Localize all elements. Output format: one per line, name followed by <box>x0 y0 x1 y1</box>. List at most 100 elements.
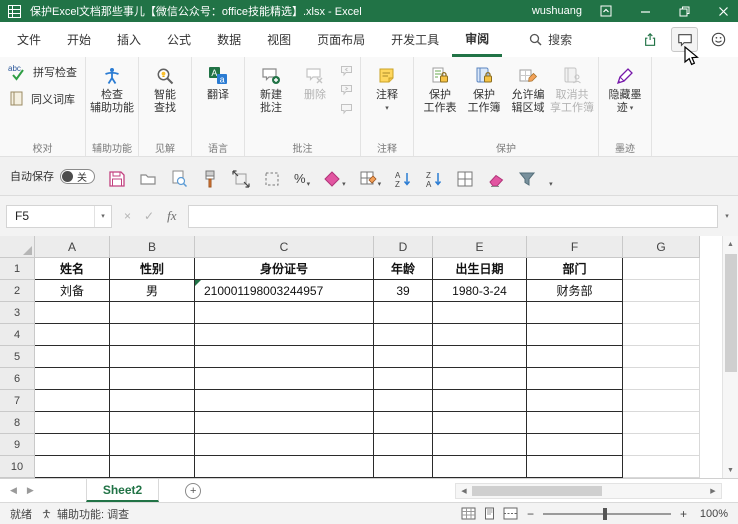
cell-F4[interactable] <box>527 324 623 346</box>
row-header-3[interactable]: 3 <box>0 302 35 324</box>
ribbon-display-options-icon[interactable] <box>591 0 621 22</box>
print-preview-icon[interactable] <box>170 164 188 188</box>
row-header-7[interactable]: 7 <box>0 390 35 412</box>
formula-bar-expand-icon[interactable]: ▾ <box>718 212 736 220</box>
cell-G5[interactable] <box>623 346 700 368</box>
tab-home[interactable]: 开始 <box>54 22 104 57</box>
vertical-scroll-thumb[interactable] <box>725 254 737 372</box>
zoom-slider-thumb[interactable] <box>603 508 607 520</box>
cell-G6[interactable] <box>623 368 700 390</box>
name-box[interactable]: F5 ▾ <box>6 205 112 228</box>
tab-review[interactable]: 审阅 <box>452 22 502 57</box>
cell-A1[interactable]: 姓名 <box>35 258 110 280</box>
cell-D1[interactable]: 年龄 <box>374 258 433 280</box>
cell-C6[interactable] <box>195 368 374 390</box>
scroll-left-icon[interactable]: ◀ <box>456 484 472 498</box>
cell-B5[interactable] <box>110 346 195 368</box>
confirm-entry-icon[interactable]: ✓ <box>144 209 154 223</box>
all-borders-icon[interactable] <box>456 164 474 188</box>
cell-B3[interactable] <box>110 302 195 324</box>
formula-input[interactable] <box>188 205 718 228</box>
cell-C2[interactable]: 210001198003244957 <box>195 280 374 302</box>
cell-B7[interactable] <box>110 390 195 412</box>
cell-A7[interactable] <box>35 390 110 412</box>
cell-E8[interactable] <box>433 412 527 434</box>
zoom-in-button[interactable]: + <box>680 507 687 521</box>
cell-E4[interactable] <box>433 324 527 346</box>
page-break-view-icon[interactable] <box>503 507 518 520</box>
cell-D8[interactable] <box>374 412 433 434</box>
cell-B6[interactable] <box>110 368 195 390</box>
cell-E5[interactable] <box>433 346 527 368</box>
cell-B9[interactable] <box>110 434 195 456</box>
cell-C10[interactable] <box>195 456 374 478</box>
clear-formats-icon[interactable]: ▾ <box>323 164 346 188</box>
thesaurus-button[interactable]: 同义词库 <box>4 88 81 110</box>
tab-file[interactable]: 文件 <box>4 22 54 57</box>
row-header-4[interactable]: 4 <box>0 324 35 346</box>
search-box[interactable]: 搜索 <box>516 22 585 57</box>
horizontal-scrollbar[interactable]: ◀ ▶ <box>455 483 722 499</box>
unshare-workbook-button[interactable]: 取消共 享工作簿 <box>550 60 594 115</box>
cell-G8[interactable] <box>623 412 700 434</box>
name-box-dropdown-icon[interactable]: ▾ <box>94 206 111 227</box>
tab-page-layout[interactable]: 页面布局 <box>304 22 378 57</box>
select-all-corner[interactable] <box>0 236 35 258</box>
save-icon[interactable] <box>108 164 126 188</box>
column-header-F[interactable]: F <box>527 236 623 258</box>
cell-F5[interactable] <box>527 346 623 368</box>
cell-C3[interactable] <box>195 302 374 324</box>
tab-data[interactable]: 数据 <box>204 22 254 57</box>
cell-D4[interactable] <box>374 324 433 346</box>
cancel-entry-icon[interactable]: × <box>124 209 131 223</box>
row-header-2[interactable]: 2 <box>0 280 35 302</box>
minimize-button[interactable] <box>630 0 660 22</box>
next-comment-icon[interactable] <box>340 84 353 96</box>
cell-C5[interactable] <box>195 346 374 368</box>
cell-B2[interactable]: 男 <box>110 280 195 302</box>
cell-E2[interactable]: 1980-3-24 <box>433 280 527 302</box>
row-header-1[interactable]: 1 <box>0 258 35 280</box>
smart-lookup-button[interactable]: 智能 查找 <box>143 60 187 115</box>
delete-comment-button[interactable]: 删除 <box>293 60 337 102</box>
previous-comment-icon[interactable] <box>340 65 353 77</box>
feedback-smiley-icon[interactable] <box>705 27 732 52</box>
cell-A9[interactable] <box>35 434 110 456</box>
cell-D3[interactable] <box>374 302 433 324</box>
show-comments-icon[interactable] <box>340 103 353 115</box>
new-comment-button[interactable]: 新建 批注 <box>249 60 293 115</box>
open-icon[interactable] <box>139 164 157 188</box>
cell-G3[interactable] <box>623 302 700 324</box>
cell-B1[interactable]: 性别 <box>110 258 195 280</box>
protect-workbook-button[interactable]: 保护 工作簿 <box>462 60 506 115</box>
tab-view[interactable]: 视图 <box>254 22 304 57</box>
sort-descending-icon[interactable]: ZA <box>425 164 443 188</box>
cell-D7[interactable] <box>374 390 433 412</box>
sheet-tab-sheet2[interactable]: Sheet2 <box>86 479 159 502</box>
column-header-D[interactable]: D <box>374 236 433 258</box>
cell-F2[interactable]: 财务部 <box>527 280 623 302</box>
border-draw-icon[interactable]: ▾ <box>359 164 382 188</box>
add-sheet-button[interactable]: + <box>185 483 201 499</box>
cell-A8[interactable] <box>35 412 110 434</box>
cell-B8[interactable] <box>110 412 195 434</box>
tab-developer[interactable]: 开发工具 <box>378 22 452 57</box>
allow-edit-ranges-button[interactable]: 允许编 辑区域 <box>506 60 550 115</box>
translate-button[interactable]: Aa 翻译 <box>196 60 240 102</box>
zoom-out-button[interactable]: − <box>527 507 534 521</box>
cell-F6[interactable] <box>527 368 623 390</box>
cell-E10[interactable] <box>433 456 527 478</box>
cell-A10[interactable] <box>35 456 110 478</box>
cell-D6[interactable] <box>374 368 433 390</box>
qat-more-icon[interactable]: ▾ <box>549 164 553 188</box>
row-header-10[interactable]: 10 <box>0 456 35 478</box>
cell-A5[interactable] <box>35 346 110 368</box>
column-header-C[interactable]: C <box>195 236 374 258</box>
cell-E6[interactable] <box>433 368 527 390</box>
cell-F10[interactable] <box>527 456 623 478</box>
cell-G1[interactable] <box>623 258 700 280</box>
cell-B10[interactable] <box>110 456 195 478</box>
cell-F3[interactable] <box>527 302 623 324</box>
accessibility-status[interactable]: 辅助功能: 调查 <box>57 506 129 522</box>
page-layout-view-icon[interactable] <box>483 507 496 520</box>
